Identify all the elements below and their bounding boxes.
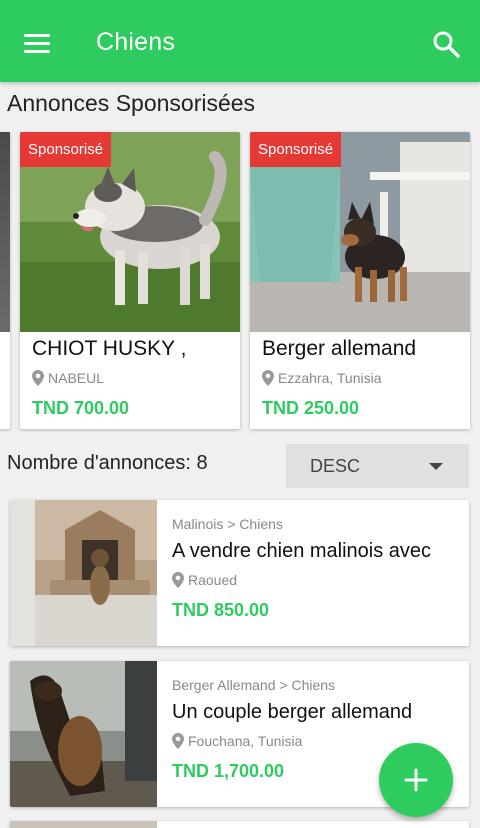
sort-selected-value: DESC (310, 456, 361, 476)
listing-location: Raoued (172, 572, 237, 588)
sponsored-badge: Sponsorisé (250, 132, 342, 167)
sponsored-card-title: CHIOT HUSKY , (32, 337, 187, 360)
location-pin-icon (172, 733, 184, 749)
listing-card-image (10, 821, 157, 828)
listing-price: TND 1,700.00 (172, 761, 285, 781)
plus-icon (404, 768, 428, 792)
sponsored-card-price: TND 700.00 (32, 398, 130, 418)
sponsored-card[interactable]: Sponsorisé CHIOT HUSKY , NABEUL TND 700.… (20, 132, 240, 429)
sponsored-badge: Sponsorisé (20, 132, 112, 167)
location-text: Fouchana, Tunisia (188, 733, 303, 749)
listing-price: TND 850.00 (172, 600, 270, 620)
listing-card-image (10, 661, 157, 807)
listing-title: A vendre chien malinois avec (172, 540, 432, 562)
location-pin-icon (32, 370, 44, 386)
sponsored-card-image (0, 132, 10, 332)
location-pin-icon (262, 370, 274, 386)
app-bar: Chiens (0, 0, 480, 82)
sponsored-card-location: Ezzahra, Tunisia (262, 370, 382, 386)
sponsored-carousel[interactable]: Sponsorisé CHIOT HUSKY , NABEUL TND 700.… (0, 127, 480, 437)
sponsored-card[interactable]: Sponsorisé Berger allemand Ezzahra, Tuni… (250, 132, 470, 429)
listing-category: Berger Allemand > Chiens (172, 677, 336, 693)
listing-card[interactable] (10, 821, 469, 828)
location-text: Raoued (188, 572, 238, 588)
listing-card[interactable]: Malinois > Chiens A vendre chien malinoi… (10, 500, 469, 646)
listing-title: Un couple berger allemand (172, 701, 413, 723)
sponsored-card-image: Sponsorisé (250, 132, 470, 332)
sponsored-section-title: Annonces Sponsorisées (7, 90, 256, 116)
add-listing-button[interactable] (379, 743, 453, 817)
listing-count: Nombre d'annonces: 8 (7, 452, 208, 474)
sponsored-card-title: Berger allemand (262, 337, 417, 360)
page-title: Chiens (96, 28, 176, 56)
search-icon[interactable] (428, 26, 464, 62)
sponsored-card-peek[interactable] (0, 132, 10, 429)
listing-card-image (10, 500, 157, 646)
sort-dropdown[interactable]: DESC (286, 444, 469, 488)
sponsored-card-image: Sponsorisé (20, 132, 240, 332)
listing-location: Fouchana, Tunisia (172, 733, 302, 749)
sponsored-card-price: TND 250.00 (262, 398, 360, 418)
hamburger-menu-icon[interactable] (18, 24, 58, 60)
sponsored-card-location: NABEUL (32, 370, 104, 386)
location-text: Ezzahra, Tunisia (278, 370, 382, 386)
listing-category: Malinois > Chiens (172, 516, 283, 532)
location-text: NABEUL (48, 370, 105, 386)
chevron-down-icon (429, 463, 443, 470)
location-pin-icon (172, 572, 184, 588)
